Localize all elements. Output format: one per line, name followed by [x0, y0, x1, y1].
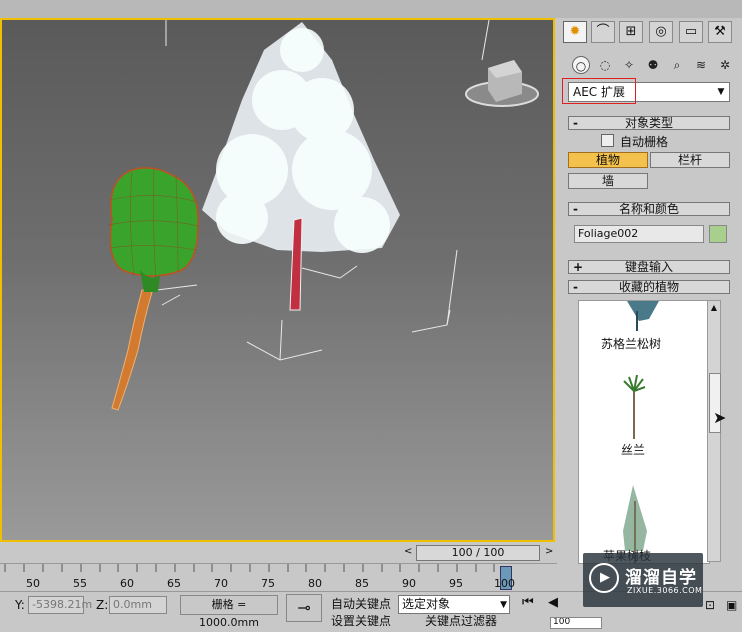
tick-label: 80	[308, 577, 322, 590]
color-swatch[interactable]	[709, 225, 727, 243]
highlight-box	[562, 78, 636, 104]
collapse-icon: -	[573, 280, 578, 294]
rollout-favorite-plants[interactable]: - 收藏的植物	[568, 280, 730, 294]
mouse-cursor-icon: ➤	[713, 408, 727, 427]
watermark-logo: ▶ 溜溜自学 ZIXUE.3066.COM	[583, 553, 703, 607]
favorite-plants-list[interactable]: 苏格兰松树 丝兰 苹果树枝	[578, 300, 710, 564]
cameras-icon[interactable]: ⚉	[644, 56, 662, 74]
auto-key-button[interactable]: 自动关键点	[328, 594, 394, 614]
tick-label: 95	[449, 577, 463, 590]
y-coordinate-field[interactable]: -5398.21m	[28, 596, 92, 614]
sun-icon[interactable]: ✹	[563, 21, 587, 43]
favorite-item-yucca[interactable]: 丝兰	[621, 441, 645, 458]
tick-label: 75	[261, 577, 275, 590]
tick-label: 65	[167, 577, 181, 590]
perspective-viewport[interactable]	[0, 18, 555, 542]
rollout-keyboard-entry[interactable]: + 键盘输入	[568, 260, 730, 274]
z-coordinate-field[interactable]: 0.0mm	[109, 596, 167, 614]
auto-grid-label: 自动栅格	[620, 135, 669, 149]
scots-pine-thumbnail	[627, 301, 659, 331]
previous-frame-icon[interactable]: ◀	[548, 595, 558, 610]
railing-button[interactable]: 栏杆	[650, 152, 730, 168]
object-name-field[interactable]: Foliage002	[574, 225, 704, 243]
next-frame-icon[interactable]: >	[545, 546, 553, 557]
foliage-button[interactable]: 植物	[568, 152, 648, 168]
collapse-icon: -	[573, 202, 578, 216]
auto-grid-checkbox[interactable]	[601, 134, 614, 147]
selection-filter-dropdown[interactable]: 选定对象 ▼	[398, 595, 510, 614]
viewport-scene	[107, 20, 539, 411]
expand-icon: +	[573, 260, 584, 274]
wall-button[interactable]: 墙	[568, 173, 648, 189]
helpers-icon[interactable]: ⌕	[668, 56, 686, 74]
scroll-up-icon[interactable]: ▲	[708, 301, 720, 315]
shapes-icon[interactable]: ◌	[596, 56, 614, 74]
time-slider[interactable]: 100 / 100	[416, 545, 540, 561]
z-coordinate-label: Z:	[96, 598, 109, 612]
set-key-button[interactable]: 设置关键点	[328, 615, 394, 627]
lights-icon[interactable]: ✧	[620, 56, 638, 74]
key-filters-button[interactable]: 关键点过滤器	[425, 615, 505, 627]
grid-size-readout: 栅格 = 1000.0mm	[180, 595, 278, 629]
display-icon[interactable]: ▭	[679, 21, 703, 43]
tick-label: 55	[73, 577, 87, 590]
geometry-icon[interactable]: ○	[572, 56, 590, 74]
viewcube-icon	[465, 60, 539, 107]
collapse-icon: -	[573, 116, 578, 130]
utilities-icon[interactable]: ⚒	[708, 21, 732, 43]
hierarchy-icon[interactable]: ⊞	[619, 21, 643, 43]
systems-icon[interactable]: ✲	[716, 56, 734, 74]
modify-icon[interactable]: ⌒	[591, 21, 615, 43]
chevron-down-icon: ▼	[500, 600, 507, 610]
y-coordinate-label: Y:	[15, 598, 25, 612]
motion-icon[interactable]: ◎	[649, 21, 673, 43]
watermark-url: ZIXUE.3066.COM	[627, 586, 703, 595]
ruler-ticks	[4, 564, 495, 572]
tick-label: 90	[402, 577, 416, 590]
green-tree	[107, 165, 200, 411]
pine-tree	[202, 22, 400, 311]
top-strip	[0, 0, 742, 18]
chevron-down-icon: ▼	[717, 87, 725, 97]
frame-field[interactable]: 100	[550, 617, 602, 629]
watermark-brand: 溜溜自学	[625, 568, 697, 588]
favorites-scrollbar[interactable]: ▲	[707, 300, 721, 562]
rollout-name-color[interactable]: - 名称和颜色	[568, 202, 730, 216]
prev-frame-icon[interactable]: <	[404, 546, 412, 557]
time-ruler[interactable]: 50 55 60 65 70 75 80 85 90 95 100	[0, 563, 557, 592]
rollout-object-type[interactable]: - 对象类型	[568, 116, 730, 130]
tick-label: 50	[26, 577, 40, 590]
maximize-viewport-icon[interactable]: ▣	[726, 598, 737, 612]
tick-label: 60	[120, 577, 134, 590]
yucca-thumbnail	[623, 374, 646, 439]
zoom-extents-icon[interactable]: ⊡	[705, 598, 715, 612]
tick-label: 100	[494, 577, 515, 590]
spacewarps-icon[interactable]: ≋	[692, 56, 710, 74]
tick-label: 85	[355, 577, 369, 590]
play-icon: ▶	[589, 563, 619, 593]
key-icon[interactable]: ⊸	[286, 594, 322, 622]
go-to-start-icon[interactable]: ⏮	[522, 595, 534, 610]
tick-label: 70	[214, 577, 228, 590]
favorite-item-scots-pine[interactable]: 苏格兰松树	[601, 335, 661, 352]
